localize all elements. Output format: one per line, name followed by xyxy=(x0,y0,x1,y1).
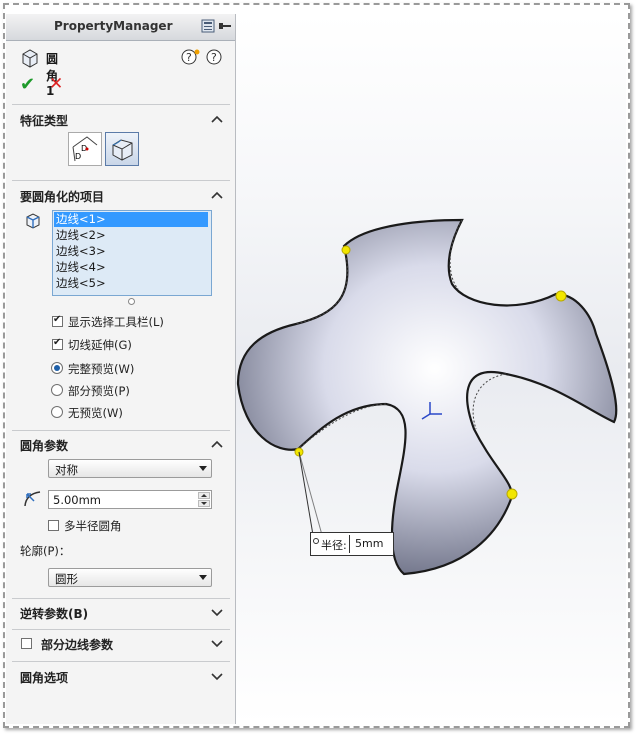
list-item[interactable]: 边线<1> xyxy=(54,212,208,227)
divider xyxy=(12,104,230,105)
multi-radius-label: 多半径圆角 xyxy=(64,519,122,533)
section-title-setback: 逆转参数(B) xyxy=(20,607,89,621)
svg-text:?: ? xyxy=(186,51,192,64)
section-title-partial-edge: 部分边线参数 xyxy=(41,638,114,652)
svg-text:D: D xyxy=(75,152,81,161)
partial-preview-radio[interactable] xyxy=(51,384,63,396)
radius-callout[interactable]: 半径: 5mm xyxy=(310,532,394,556)
chevron-down-icon[interactable] xyxy=(211,607,223,617)
tangent-propagation-checkbox[interactable] xyxy=(52,337,63,350)
radius-icon xyxy=(24,491,41,507)
divider xyxy=(12,661,230,662)
list-item[interactable]: 边线<2> xyxy=(54,228,208,243)
divider xyxy=(12,430,230,431)
flyout-pin-icon[interactable] xyxy=(219,19,231,33)
fillet-type-face-button[interactable] xyxy=(105,132,139,166)
callout-label: 半径: xyxy=(321,539,347,552)
no-preview-radio[interactable] xyxy=(51,406,63,418)
spin-down-button[interactable] xyxy=(198,500,210,507)
divider xyxy=(12,180,230,181)
graphics-viewport[interactable]: 半径: 5mm xyxy=(236,14,626,724)
callout-value: 5mm xyxy=(355,537,384,550)
dropdown-arrow-icon xyxy=(199,466,207,471)
edge-highlight-marker[interactable] xyxy=(555,290,567,302)
profile-label: 轮廓(P)： xyxy=(20,544,71,558)
spin-up-button[interactable] xyxy=(198,492,210,499)
list-resize-handle[interactable] xyxy=(128,298,135,305)
dropdown-arrow-icon xyxy=(199,575,207,580)
partial-edge-checkbox[interactable] xyxy=(21,638,32,649)
ok-button[interactable]: ✔ xyxy=(20,74,35,95)
list-item[interactable]: 边线<3> xyxy=(54,244,208,259)
partial-preview-label: 部分预览(P) xyxy=(68,384,130,398)
edges-selection-icon xyxy=(26,213,40,229)
section-title-feature-type: 特征类型 xyxy=(20,114,69,128)
edge-highlight-marker[interactable] xyxy=(341,245,351,255)
list-item[interactable]: 边线<4> xyxy=(54,260,208,275)
fillet-type-fillet-button[interactable]: DD xyxy=(68,132,102,166)
fillet-method-value: 对称 xyxy=(55,463,78,477)
list-item[interactable]: 边线<5> xyxy=(54,276,208,291)
profile-value: 圆形 xyxy=(55,572,78,586)
edge-highlight-marker[interactable] xyxy=(506,488,518,500)
show-toolbar-checkbox[interactable] xyxy=(52,314,63,327)
fillet-feature-icon xyxy=(22,49,38,68)
fillet-method-select[interactable]: 对称 xyxy=(48,459,212,478)
chevron-up-icon[interactable] xyxy=(211,439,223,449)
full-preview-radio[interactable] xyxy=(51,362,63,374)
section-title-items-to-fillet: 要圆角化的项目 xyxy=(20,190,105,204)
tangent-propagation-label: 切线延伸(G) xyxy=(68,338,132,352)
fillet-part-body[interactable] xyxy=(236,218,618,576)
multi-radius-checkbox[interactable] xyxy=(48,520,59,531)
panel-title: PropertyManager xyxy=(54,19,173,33)
divider xyxy=(12,629,230,630)
part-model[interactable] xyxy=(236,14,626,724)
radius-input[interactable]: 5.00mm xyxy=(48,490,212,509)
property-manager-panel: PropertyManager 圆角1 ? ? ✔ ✕ 特征类型 DD 要圆角化… xyxy=(6,14,236,724)
full-preview-label: 完整预览(W) xyxy=(68,362,135,376)
face-fillet-icon xyxy=(112,139,133,161)
section-title-fillet-params: 圆角参数 xyxy=(20,439,69,453)
pin-icon[interactable] xyxy=(201,19,215,33)
whats-wrong-icon[interactable]: ? xyxy=(181,48,201,66)
radius-value: 5.00mm xyxy=(53,493,102,507)
edges-list[interactable]: 边线<1> 边线<2> 边线<3> 边线<4> 边线<5> xyxy=(52,210,212,296)
svg-text:?: ? xyxy=(211,51,217,64)
chevron-down-icon[interactable] xyxy=(211,671,223,681)
chevron-down-icon[interactable] xyxy=(211,638,223,648)
chevron-up-icon[interactable] xyxy=(211,114,223,124)
callout-value-field[interactable]: 5mm xyxy=(349,535,391,553)
help-icon[interactable]: ? xyxy=(205,48,223,66)
divider xyxy=(12,598,230,599)
no-preview-label: 无预览(W) xyxy=(68,406,123,420)
chevron-up-icon[interactable] xyxy=(211,190,223,200)
cancel-button[interactable]: ✕ xyxy=(49,74,63,94)
show-toolbar-label: 显示选择工具栏(L) xyxy=(68,315,164,329)
profile-select[interactable]: 圆形 xyxy=(48,568,212,587)
manual-fillet-icon: DD xyxy=(72,136,98,162)
callout-anchor-icon xyxy=(313,538,319,544)
panel-titlebar: PropertyManager xyxy=(6,14,235,41)
section-title-fillet-options: 圆角选项 xyxy=(20,671,69,685)
